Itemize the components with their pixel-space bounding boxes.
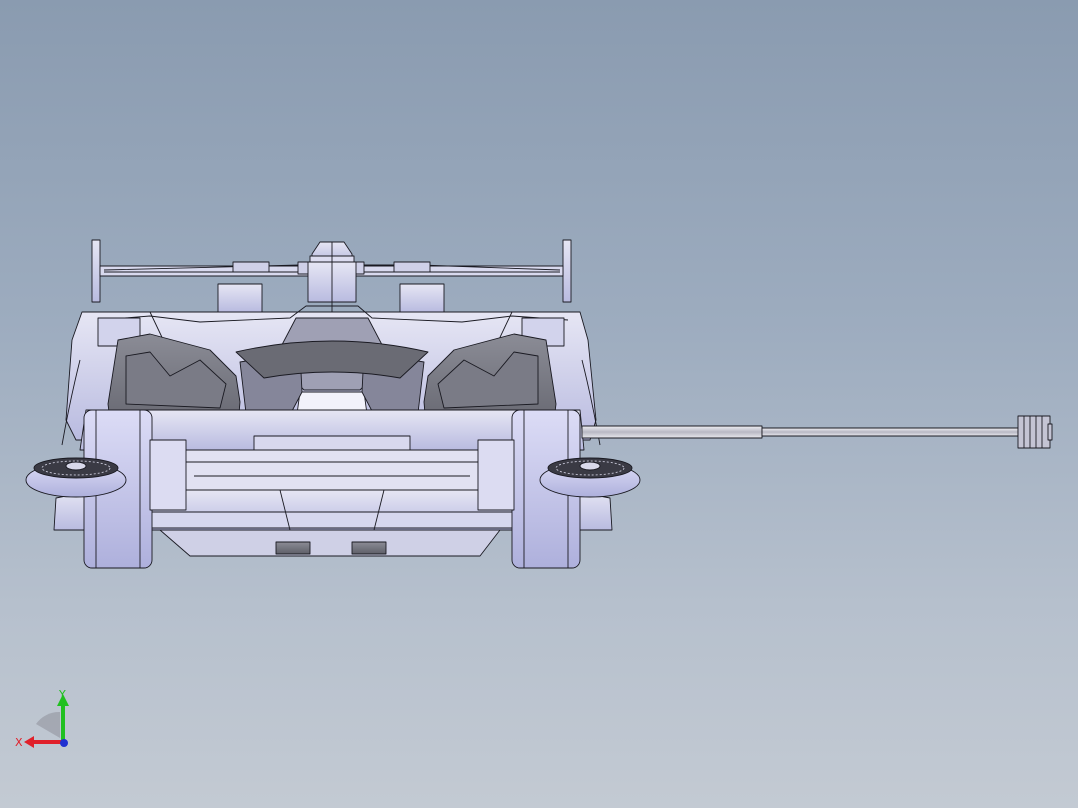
x-axis-label: X xyxy=(15,736,23,749)
z-axis-dot xyxy=(60,739,68,747)
left-roller xyxy=(25,457,127,498)
coordinate-triad: Y X xyxy=(15,688,69,749)
right-rear-pod xyxy=(399,283,445,313)
car-model-view[interactable] xyxy=(0,0,1078,808)
triad-plane xyxy=(36,711,60,738)
left-rear-pod xyxy=(217,283,263,313)
right-roller xyxy=(539,457,641,498)
drive-shaft xyxy=(581,415,1053,449)
graphics-viewport[interactable]: Y X xyxy=(0,0,1078,808)
center-nose-cowl xyxy=(235,340,429,379)
y-axis-label: Y xyxy=(58,688,66,701)
